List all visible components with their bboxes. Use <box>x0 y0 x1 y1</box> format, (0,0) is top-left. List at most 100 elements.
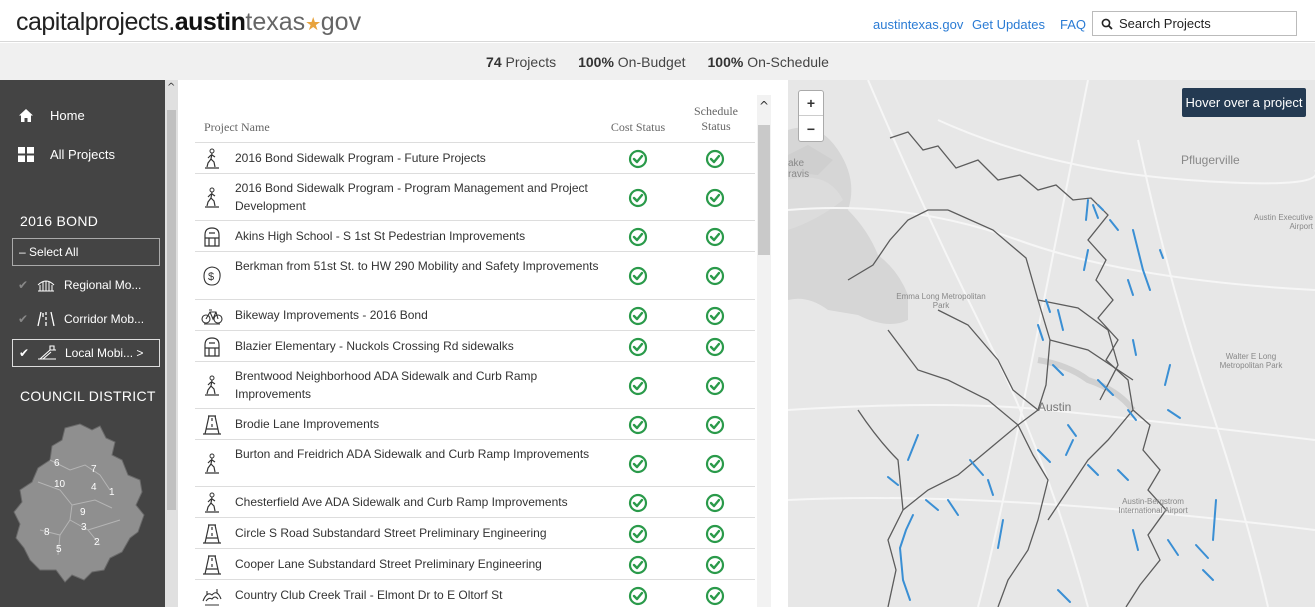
cost-status-check-icon <box>628 493 648 513</box>
sidebar-item-label: Home <box>50 108 85 123</box>
district-label-9[interactable]: 9 <box>80 507 86 518</box>
table-row[interactable]: 2016 Bond Sidewalk Program - Future Proj… <box>195 142 755 173</box>
project-name[interactable]: Brodie Lane Improvements <box>235 415 615 433</box>
map-label-walter-long: Walter E Long Metropolitan Park <box>1206 352 1296 370</box>
project-name[interactable]: Country Club Creek Trail - Elmont Dr to … <box>235 586 615 604</box>
table-row[interactable]: Cooper Lane Substandard Street Prelimina… <box>195 548 755 579</box>
col-header-schedule-line2: Status <box>701 119 731 133</box>
logo-text-austin: austin <box>174 8 246 36</box>
check-icon: ✔ <box>18 312 29 326</box>
map-label-emma-2: Park <box>932 301 950 310</box>
select-all-label: Select All <box>29 245 79 259</box>
district-label-1[interactable]: 1 <box>109 487 115 498</box>
schedule-status-check-icon <box>705 555 725 575</box>
table-scrollbar[interactable]: ^ <box>757 95 771 607</box>
local-mobility-icon <box>38 345 56 360</box>
col-header-cost-status[interactable]: Cost Status <box>600 120 676 135</box>
logo-text-gov: gov <box>320 8 362 36</box>
schedule-status-check-icon <box>705 376 725 396</box>
filter-corridor-mobility[interactable]: ✔ Corridor Mob... <box>12 305 160 333</box>
scroll-up-icon[interactable]: ^ <box>759 99 769 113</box>
search-placeholder: Search Projects <box>1119 16 1211 31</box>
table-row[interactable]: $ Berkman from 51st St. to HW 290 Mobilit… <box>195 251 755 299</box>
nav-link-faq[interactable]: FAQ <box>1060 17 1086 32</box>
col-header-schedule-line1: Schedule <box>694 104 738 118</box>
district-label-7[interactable]: 7 <box>91 464 97 475</box>
table-row[interactable]: Akins High School - S 1st St Pedestrian … <box>195 220 755 251</box>
project-name[interactable]: Burton and Freidrich ADA Sidewalk and Cu… <box>235 445 615 463</box>
nav-link-austintexas[interactable]: austintexas.gov <box>873 17 963 32</box>
district-label-3[interactable]: 3 <box>81 522 87 533</box>
corridor-mobility-icon <box>37 311 55 327</box>
district-label-2[interactable]: 2 <box>94 537 100 548</box>
table-row[interactable]: Brodie Lane Improvements <box>195 408 755 439</box>
project-name[interactable]: Bikeway Improvements - 2016 Bond <box>235 306 615 324</box>
zoom-in-button[interactable]: + <box>799 91 823 116</box>
district-label-5[interactable]: 5 <box>56 544 62 555</box>
schedule-status-check-icon <box>705 266 725 286</box>
district-label-6[interactable]: 6 <box>54 458 60 469</box>
council-district-map[interactable]: 6 7 10 4 1 9 8 3 2 5 <box>10 420 160 605</box>
regional-mobility-icon <box>37 280 55 292</box>
filter-label: Regional Mo... <box>64 278 142 292</box>
schedule-status-check-icon <box>705 306 725 326</box>
filter-regional-mobility[interactable]: ✔ Regional Mo... <box>12 271 160 299</box>
bond-section-title: 2016 BOND <box>20 213 99 229</box>
table-row[interactable]: 2016 Bond Sidewalk Program - Program Man… <box>195 173 755 220</box>
table-row[interactable]: Country Club Creek Trail - Elmont Dr to … <box>195 579 755 610</box>
district-label-4[interactable]: 4 <box>91 482 97 493</box>
project-name[interactable]: Blazier Elementary - Nuckols Crossing Rd… <box>235 337 615 355</box>
project-name[interactable]: Berkman from 51st St. to HW 290 Mobility… <box>235 257 615 275</box>
budget-stat: 100% On-Budget <box>578 54 685 70</box>
project-name[interactable]: Brentwood Neighborhood ADA Sidewalk and … <box>235 367 615 403</box>
project-name[interactable]: Akins High School - S 1st St Pedestrian … <box>235 227 615 245</box>
map-label-exec-2: Airport <box>1289 222 1313 231</box>
table-row[interactable]: Burton and Freidrich ADA Sidewalk and Cu… <box>195 439 755 486</box>
scroll-up-icon[interactable]: ^ <box>167 82 175 93</box>
schedule-status-check-icon <box>705 454 725 474</box>
project-name[interactable]: Cooper Lane Substandard Street Prelimina… <box>235 555 615 573</box>
col-header-project-name[interactable]: Project Name <box>204 120 270 135</box>
table-scroll-thumb[interactable] <box>758 125 770 255</box>
zoom-control: + − <box>798 90 824 142</box>
table-row[interactable]: Chesterfield Ave ADA Sidewalk and Curb R… <box>195 486 755 517</box>
sidebar-scroll-thumb[interactable] <box>167 110 176 510</box>
map-label-abia-1: Austin-Bergstrom <box>1122 497 1184 506</box>
district-label-10[interactable]: 10 <box>54 479 66 490</box>
sidebar-item-home[interactable]: Home <box>18 108 85 123</box>
col-header-schedule-status[interactable]: Schedule Status <box>684 104 748 134</box>
map-label-abia-2: International Airport <box>1118 506 1188 515</box>
project-name[interactable]: 2016 Bond Sidewalk Program - Program Man… <box>235 179 615 215</box>
cost-status-check-icon <box>628 555 648 575</box>
site-header: capitalprojects.austintexas★gov austinte… <box>0 0 1315 42</box>
table-row[interactable]: Bikeway Improvements - 2016 Bond <box>195 299 755 330</box>
table-row[interactable]: Blazier Elementary - Nuckols Crossing Rd… <box>195 330 755 361</box>
road-icon <box>201 523 223 545</box>
road-icon <box>201 554 223 576</box>
cost-status-check-icon <box>628 524 648 544</box>
map-label-austin: Austin <box>1038 400 1072 414</box>
zoom-out-button[interactable]: − <box>799 116 823 141</box>
cost-status-check-icon <box>628 306 648 326</box>
select-all-button[interactable]: – Select All <box>12 238 160 266</box>
project-map[interactable]: ake ravis Pflugerville Austin Executive … <box>788 80 1315 607</box>
schedule-stat: 100% On-Schedule <box>708 54 829 70</box>
search-input[interactable]: Search Projects <box>1092 11 1297 36</box>
sidebar-item-label: All Projects <box>50 147 116 162</box>
check-icon: ✔ <box>18 278 29 292</box>
nav-link-get-updates[interactable]: Get Updates <box>972 17 1045 32</box>
map-label-abia: Austin-Bergstrom International Airport <box>1103 497 1203 515</box>
sidebar-scrollbar[interactable]: ^ <box>165 80 178 607</box>
table-row[interactable]: Brentwood Neighborhood ADA Sidewalk and … <box>195 361 755 408</box>
filter-local-mobility[interactable]: ✔ Local Mobi... > <box>12 339 160 367</box>
project-name[interactable]: 2016 Bond Sidewalk Program - Future Proj… <box>235 149 615 167</box>
project-name[interactable]: Circle S Road Substandard Street Prelimi… <box>235 524 615 542</box>
sidebar-item-all-projects[interactable]: All Projects <box>18 147 115 162</box>
site-logo[interactable]: capitalprojects.austintexas★gov <box>16 8 361 37</box>
pedestrian-icon <box>201 375 223 397</box>
project-name[interactable]: Chesterfield Ave ADA Sidewalk and Curb R… <box>235 493 615 511</box>
district-label-8[interactable]: 8 <box>44 527 50 538</box>
bicycle-icon <box>201 305 223 327</box>
cost-status-check-icon <box>628 188 648 208</box>
table-row[interactable]: Circle S Road Substandard Street Prelimi… <box>195 517 755 548</box>
